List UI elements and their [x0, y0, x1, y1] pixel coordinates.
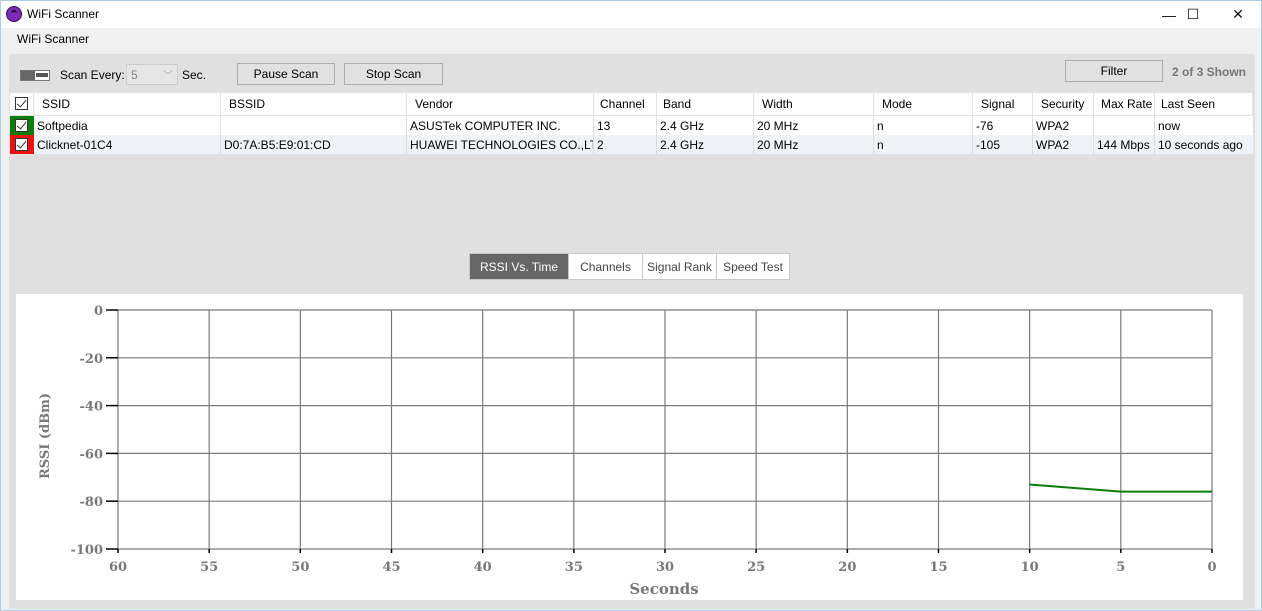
maximize-button[interactable]: ☐	[1170, 1, 1216, 28]
scan-toggle-switch[interactable]	[20, 70, 50, 81]
col-vendor[interactable]: Vendor	[407, 93, 594, 115]
chart-grid	[117, 309, 1213, 550]
window-title: WiFi Scanner	[27, 7, 100, 21]
stop-scan-button[interactable]: Stop Scan	[344, 63, 443, 85]
chevron-down-icon: ﹀	[163, 71, 173, 82]
cell-mode: n	[874, 116, 973, 135]
cell-width: 20 MHz	[754, 116, 874, 135]
title-bar: WiFi Scanner — ☐ ✕	[1, 1, 1261, 28]
select-all-checkbox[interactable]	[15, 97, 28, 110]
y-tick-label: -20	[80, 352, 104, 367]
table-row[interactable]: Clicknet-01C4 D0:7A:B5:E9:01:CD HUAWEI T…	[10, 135, 1253, 154]
toggle-bar	[36, 73, 48, 77]
row-checkbox[interactable]	[15, 138, 28, 151]
cell-max-rate: 144 Mbps	[1094, 135, 1155, 154]
menu-bar: WiFi Scanner	[1, 28, 1261, 50]
rssi-chart-panel: 0 -20 -40 -60 -80 -100 60 55 50 45 40 35 30 25 20 15 10…	[16, 294, 1243, 600]
table-header: SSID BSSID Vendor Channel Band Width Mod…	[10, 93, 1253, 115]
cell-last-seen: now	[1158, 119, 1181, 133]
x-tick-label: 20	[838, 560, 856, 575]
y-axis-ticks: 0 -20 -40 -60 -80 -100	[70, 304, 118, 558]
series-color-swatch	[10, 135, 34, 154]
row-checkbox[interactable]	[15, 119, 28, 132]
close-button[interactable]: ✕	[1215, 1, 1261, 28]
tab-rssi-vs-time[interactable]: RSSI Vs. Time	[470, 254, 569, 279]
x-tick-label: 55	[200, 560, 218, 575]
y-tick-label: -100	[70, 543, 103, 558]
col-security[interactable]: Security	[1033, 93, 1094, 115]
cell-band: 2.4 GHz	[657, 116, 754, 135]
cell-channel: 13	[594, 116, 657, 135]
y-tick-label: -60	[80, 447, 104, 462]
filter-button[interactable]: Filter	[1065, 60, 1163, 82]
cell-ssid: Softpedia	[34, 116, 221, 135]
x-tick-label: 40	[474, 560, 492, 575]
cell-mode: n	[874, 135, 973, 154]
x-tick-label: 50	[291, 560, 309, 575]
scan-interval-select[interactable]: 5 ﹀	[126, 64, 178, 85]
y-tick-label: -40	[80, 400, 104, 415]
chart-tabs: RSSI Vs. Time Channels Signal Rank Speed…	[469, 253, 790, 280]
scan-every-label: Scan Every:	[60, 68, 125, 82]
col-signal[interactable]: Signal	[973, 93, 1033, 115]
menu-wifi-scanner[interactable]: WiFi Scanner	[17, 32, 89, 46]
x-axis-label: Seconds	[629, 580, 698, 598]
x-tick-label: 60	[109, 560, 127, 575]
x-tick-label: 5	[1116, 560, 1125, 575]
series-color-swatch	[10, 116, 34, 135]
x-tick-label: 15	[929, 560, 947, 575]
main-panel: Scan Every: 5 ﹀ Sec. Pause Scan Stop Sca…	[9, 54, 1255, 609]
x-tick-label: 45	[382, 560, 400, 575]
y-tick-label: 0	[94, 304, 103, 319]
col-channel[interactable]: Channel	[594, 93, 657, 115]
table-row[interactable]: Softpedia ASUSTek COMPUTER INC. 13 2.4 G…	[10, 116, 1253, 135]
pause-scan-button[interactable]: Pause Scan	[237, 63, 335, 85]
cell-signal: -105	[973, 135, 1033, 154]
tab-channels[interactable]: Channels	[569, 254, 643, 279]
x-tick-label: 10	[1021, 560, 1039, 575]
col-width[interactable]: Width	[754, 93, 874, 115]
shown-count: 2 of 3 Shown	[1172, 65, 1247, 79]
cell-security: WPA2	[1033, 135, 1094, 154]
cell-vendor: HUAWEI TECHNOLOGIES CO.,LTD	[407, 135, 594, 154]
cell-security: WPA2	[1033, 116, 1094, 135]
cell-width: 20 MHz	[754, 135, 874, 154]
col-max-rate[interactable]: Max Rate	[1094, 93, 1155, 115]
x-tick-label: 35	[565, 560, 583, 575]
cell-channel: 2	[594, 135, 657, 154]
toggle-knob	[21, 71, 35, 80]
scan-interval-value: 5	[131, 68, 138, 82]
select-all-cell[interactable]	[10, 93, 34, 115]
x-tick-label: 25	[747, 560, 765, 575]
y-axis-label: RSSI (dBm)	[38, 393, 53, 479]
cell-bssid: D0:7A:B5:E9:01:CD	[221, 135, 407, 154]
col-band[interactable]: Band	[657, 93, 754, 115]
col-last-seen[interactable]: Last Seen	[1155, 93, 1253, 115]
cell-last-seen: 10 seconds ago	[1158, 138, 1243, 152]
cell-band: 2.4 GHz	[657, 135, 754, 154]
cell-ssid: Clicknet-01C4	[34, 135, 221, 154]
rssi-chart: 0-20-40-60-80-100 60 55 50 45 40 35 30 25 20 15 10…	[38, 304, 1217, 598]
cell-vendor: ASUSTek COMPUTER INC.	[407, 116, 594, 135]
col-mode[interactable]: Mode	[874, 93, 973, 115]
col-bssid[interactable]: BSSID	[221, 93, 407, 115]
app-window: WiFi Scanner — ☐ ✕ WiFi Scanner Scan Eve…	[0, 0, 1262, 611]
sec-label: Sec.	[182, 68, 207, 82]
cell-signal: -76	[973, 116, 1033, 135]
col-ssid[interactable]: SSID	[34, 93, 221, 115]
y-tick-label: -80	[80, 495, 104, 510]
tab-speed-test[interactable]: Speed Test	[717, 254, 789, 279]
tab-signal-rank[interactable]: Signal Rank	[643, 254, 717, 279]
cell-bssid	[221, 116, 407, 135]
x-tick-label: 0	[1207, 560, 1216, 575]
x-axis-ticks: 60 55 50 45 40 35 30 25 20 15 10 5 0	[109, 549, 1217, 575]
cell-max-rate	[1094, 116, 1155, 135]
x-tick-label: 30	[656, 560, 674, 575]
wifi-app-icon	[6, 6, 22, 22]
